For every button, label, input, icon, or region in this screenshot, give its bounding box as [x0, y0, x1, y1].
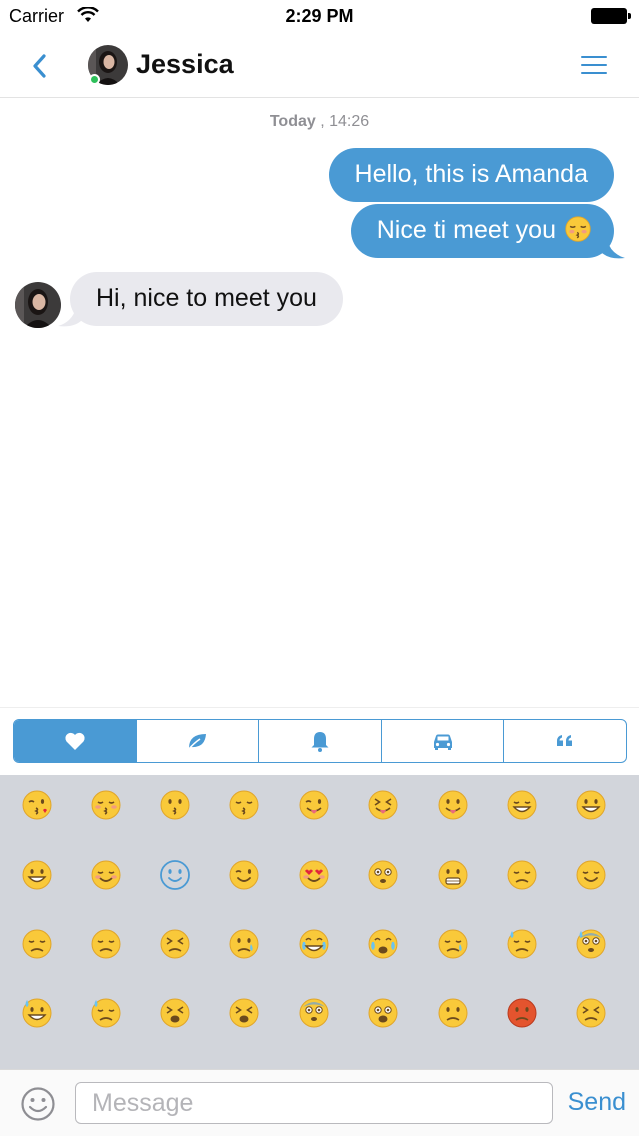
loudly-crying-emoji-icon[interactable] [367, 928, 399, 960]
face-blowing-kiss-emoji-icon[interactable] [21, 789, 53, 821]
tab-symbols[interactable] [503, 720, 626, 762]
triumph-face-emoji-icon[interactable] [575, 997, 607, 1029]
smiling-blush-emoji-icon[interactable] [90, 859, 122, 891]
tab-objects[interactable] [258, 720, 381, 762]
downcast-sweat-emoji-icon[interactable] [90, 997, 122, 1029]
grinning-sweat-emoji-icon[interactable] [21, 997, 53, 1029]
menu-icon[interactable] [581, 56, 607, 76]
online-status-dot [89, 74, 100, 85]
quote-icon [557, 735, 573, 746]
squinting-tongue-emoji-icon[interactable] [367, 789, 399, 821]
grinning-face-emoji-icon[interactable] [21, 859, 53, 891]
outgoing-message[interactable]: Hello, this is Amanda [328, 148, 614, 202]
heart-eyes-emoji-icon[interactable] [298, 859, 330, 891]
contact-name[interactable]: Jessica [136, 49, 234, 80]
kissing-closed-eyes-emoji-icon [565, 216, 591, 243]
pouting-face-emoji-icon[interactable] [506, 997, 538, 1029]
date-day: Today [269, 113, 316, 130]
kissing-face-emoji-icon[interactable] [159, 789, 191, 821]
grinning-smiling-eyes-emoji-icon[interactable] [506, 789, 538, 821]
status-clock: 2:29 PM [285, 6, 354, 26]
incoming-message[interactable]: Hi, nice to meet you [70, 272, 343, 326]
confounded-face-emoji-icon[interactable] [159, 928, 191, 960]
pensive-face-emoji-icon[interactable] [506, 859, 538, 891]
emoji-category-tabs [13, 719, 627, 763]
face-with-tongue-emoji-icon[interactable] [437, 789, 469, 821]
divider [0, 707, 639, 708]
screaming-face-emoji-icon[interactable] [367, 997, 399, 1029]
date-time: 14:26 [329, 113, 370, 130]
weary-face-emoji-icon[interactable] [228, 997, 260, 1029]
incoming-sender-avatar[interactable] [15, 282, 61, 328]
bubble-tail [601, 240, 625, 259]
disappointed-face-emoji-icon[interactable] [90, 928, 122, 960]
worried-sweat-emoji-icon[interactable] [506, 928, 538, 960]
kissing-smiling-eyes-emoji-icon[interactable] [228, 789, 260, 821]
heart-icon [65, 732, 85, 750]
leaf-icon [187, 734, 207, 751]
unamused-face-emoji-icon[interactable] [21, 928, 53, 960]
relieved-face-emoji-icon[interactable] [575, 859, 607, 891]
tab-places[interactable] [380, 720, 504, 762]
chat-date-separator: Today , 14:26 [0, 113, 639, 131]
nav-bar: Jessica [0, 34, 639, 98]
tears-of-joy-emoji-icon[interactable] [298, 928, 330, 960]
message-composer: Send [0, 1069, 639, 1136]
crying-face-emoji-icon[interactable] [228, 928, 260, 960]
grinning-big-eyes-emoji-icon[interactable] [575, 789, 607, 821]
winking-face-emoji-icon[interactable] [228, 859, 260, 891]
winking-tongue-emoji-icon[interactable] [298, 789, 330, 821]
emoji-toggle-icon[interactable] [20, 1086, 56, 1122]
kissing-closed-eyes-emoji-icon[interactable] [90, 789, 122, 821]
send-button[interactable]: Send [568, 1088, 626, 1117]
battery-icon [591, 8, 631, 24]
persevering-face-emoji-icon[interactable] [159, 997, 191, 1029]
grimacing-face-emoji-icon[interactable] [437, 859, 469, 891]
anxious-sweat-emoji-icon[interactable] [575, 928, 607, 960]
back-chevron-icon[interactable] [28, 50, 58, 82]
bell-icon [311, 732, 329, 752]
message-text: Hi, nice to meet you [96, 284, 317, 312]
message-text: Hello, this is Amanda [354, 160, 588, 188]
angry-face-emoji-icon[interactable] [437, 997, 469, 1029]
message-input[interactable] [75, 1082, 553, 1124]
tab-heart[interactable] [14, 720, 136, 762]
emoji-grid [0, 775, 639, 1069]
emoji-keyboard-panel [0, 775, 639, 1069]
fearful-face-emoji-icon[interactable] [298, 997, 330, 1029]
flushed-face-emoji-icon[interactable] [367, 859, 399, 891]
sleepy-face-emoji-icon[interactable] [437, 928, 469, 960]
car-icon [433, 734, 452, 750]
white-smiling-face-emoji-icon[interactable] [159, 859, 191, 891]
tab-nature[interactable] [135, 720, 259, 762]
outgoing-message[interactable]: Nice ti meet you [350, 204, 614, 258]
status-bar: Carrier 2:29 PM [0, 0, 639, 34]
date-sep: , [315, 113, 330, 130]
message-text: Nice ti meet you [376, 216, 556, 244]
